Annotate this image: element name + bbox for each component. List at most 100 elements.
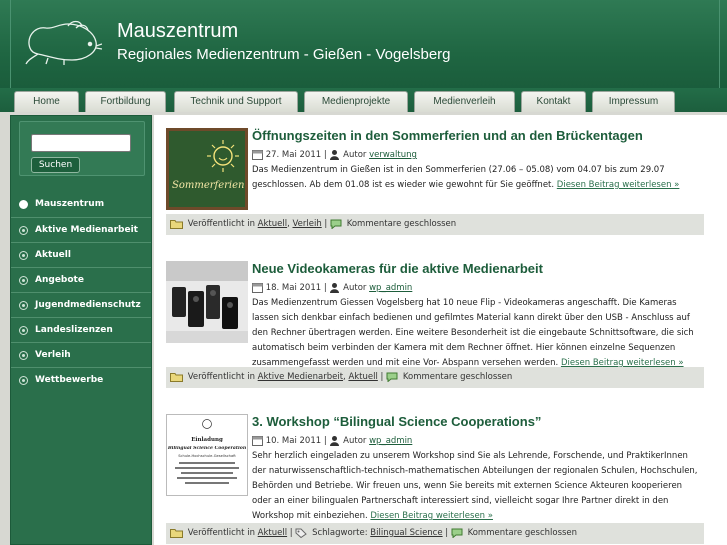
calendar-icon bbox=[252, 150, 263, 160]
calendar-icon bbox=[252, 436, 263, 446]
post-thumbnail[interactable] bbox=[166, 261, 248, 343]
author-icon bbox=[330, 283, 340, 293]
sidebar-item-aktuell[interactable]: Aktuell bbox=[11, 242, 151, 267]
sidebar-item-angebote[interactable]: Angebote bbox=[11, 267, 151, 292]
post-excerpt: Das Medienzentrum in Gießen ist in den S… bbox=[252, 163, 704, 193]
main-navigation: Home Fortbildung Technik und Support Med… bbox=[0, 88, 727, 112]
author-link[interactable]: wp_admin bbox=[369, 283, 412, 293]
post-thumbnail[interactable]: Sommerferien bbox=[166, 128, 248, 210]
search-widget: Suchen bbox=[19, 121, 145, 176]
author-label: Autor bbox=[343, 150, 367, 160]
nav-tab-medienprojekte[interactable]: Medienprojekte bbox=[304, 91, 408, 112]
folder-icon bbox=[170, 219, 183, 229]
bullet-icon bbox=[19, 251, 28, 260]
post-meta: 18. Mai 2011 | Autor wp_admin bbox=[252, 282, 412, 293]
sidebar-item-wettbewerbe[interactable]: Wettbewerbe bbox=[11, 367, 151, 392]
post: Neue Videokameras für die aktive Mediena… bbox=[166, 261, 704, 389]
post-date: 18. Mai 2011 bbox=[265, 283, 322, 293]
post-excerpt: Sehr herzlich eingeladen zu unserem Work… bbox=[252, 449, 704, 524]
university-seal-icon bbox=[202, 419, 212, 429]
mouse-logo-icon[interactable] bbox=[24, 18, 102, 66]
post-excerpt: Das Medienzentrum Giessen Vogelsberg hat… bbox=[252, 296, 704, 371]
thumbnail-caption: Sommerferien bbox=[172, 180, 245, 191]
read-more-link[interactable]: Diesen Beitrag weiterlesen » bbox=[370, 511, 493, 521]
sidebar-item-label: Jugendmedienschutz bbox=[35, 300, 141, 310]
chalkboard-image bbox=[166, 128, 248, 210]
sidebar-item-label: Wettbewerbe bbox=[35, 375, 104, 385]
sidebar: Suchen Mauszentrum Aktive Medienarbeit A… bbox=[10, 115, 152, 545]
bullet-icon bbox=[19, 376, 28, 385]
post-meta: 10. Mai 2011 | Autor wp_admin bbox=[252, 435, 412, 446]
bullet-icon bbox=[19, 326, 28, 335]
bullet-icon bbox=[19, 351, 28, 360]
sidebar-item-aktive-medienarbeit[interactable]: Aktive Medienarbeit bbox=[11, 217, 151, 242]
post-footer: Veröffentlicht in Aktuell | Schlagworte:… bbox=[166, 523, 704, 544]
nav-tab-home[interactable]: Home bbox=[14, 91, 79, 112]
comment-icon bbox=[330, 219, 342, 229]
bullet-icon bbox=[19, 200, 28, 209]
site-title[interactable]: Mauszentrum bbox=[117, 20, 238, 43]
site-tagline: Regionales Medienzentrum - Gießen - Voge… bbox=[117, 46, 451, 63]
nav-tab-medienverleih[interactable]: Medienverleih bbox=[414, 91, 515, 112]
main-content: Sommerferien Öffnungszeiten in den Somme… bbox=[154, 115, 727, 545]
sidebar-item-verleih[interactable]: Verleih bbox=[11, 342, 151, 367]
bullet-icon bbox=[19, 226, 28, 235]
category-link[interactable]: Aktuell bbox=[348, 372, 377, 382]
invitation-text-block bbox=[175, 462, 239, 484]
post-title[interactable]: Öffnungszeiten in den Sommerferien und a… bbox=[252, 128, 643, 143]
invitation-line: Schule-Hochschule-Gesellschaft bbox=[178, 454, 236, 458]
published-label: Veröffentlicht in bbox=[187, 372, 255, 382]
sidebar-item-mauszentrum[interactable]: Mauszentrum bbox=[11, 192, 151, 217]
category-link[interactable]: Aktive Medienarbeit bbox=[258, 372, 343, 382]
folder-icon bbox=[170, 372, 183, 382]
post-footer: Veröffentlicht in Aktive Medienarbeit, A… bbox=[166, 367, 704, 388]
sidebar-item-label: Verleih bbox=[35, 350, 71, 360]
nav-tab-kontakt[interactable]: Kontakt bbox=[521, 91, 586, 112]
bullet-icon bbox=[19, 301, 28, 310]
post: Einladung Bilingual Science Cooperation … bbox=[166, 414, 704, 545]
published-label: Veröffentlicht in bbox=[187, 528, 255, 538]
comment-icon bbox=[386, 372, 398, 382]
author-link[interactable]: verwaltung bbox=[369, 150, 417, 160]
post-date: 27. Mai 2011 bbox=[265, 150, 322, 160]
sidebar-item-landeslizenzen[interactable]: Landeslizenzen bbox=[11, 317, 151, 342]
nav-tab-impressum[interactable]: Impressum bbox=[592, 91, 675, 112]
calendar-icon bbox=[252, 283, 263, 293]
sidebar-item-jugendmedienschutz[interactable]: Jugendmedienschutz bbox=[11, 292, 151, 317]
read-more-link[interactable]: Diesen Beitrag weiterlesen » bbox=[557, 180, 680, 190]
tag-link[interactable]: Bilingual Science bbox=[370, 528, 442, 538]
author-link[interactable]: wp_admin bbox=[369, 436, 412, 446]
category-link[interactable]: Aktuell bbox=[258, 219, 287, 229]
bullet-icon bbox=[19, 276, 28, 285]
folder-icon bbox=[170, 528, 183, 538]
sidebar-item-label: Angebote bbox=[35, 275, 84, 285]
invitation-header bbox=[167, 419, 247, 430]
category-link[interactable]: Verleih bbox=[293, 219, 322, 229]
nav-tab-fortbildung[interactable]: Fortbildung bbox=[85, 91, 166, 112]
post: Sommerferien Öffnungszeiten in den Somme… bbox=[166, 128, 704, 238]
author-icon bbox=[330, 436, 340, 446]
author-label: Autor bbox=[343, 283, 367, 293]
header-frame bbox=[10, 0, 720, 90]
published-label: Veröffentlicht in bbox=[187, 219, 255, 229]
site-header: Mauszentrum Regionales Medienzentrum - G… bbox=[0, 0, 727, 90]
comments-status: Kommentare geschlossen bbox=[402, 372, 513, 382]
search-input[interactable] bbox=[31, 134, 131, 152]
invitation-title: Einladung bbox=[191, 437, 223, 443]
invitation-subtitle: Bilingual Science Cooperation bbox=[167, 446, 247, 451]
post-thumbnail[interactable]: Einladung Bilingual Science Cooperation … bbox=[166, 414, 248, 496]
tag-icon bbox=[295, 528, 308, 538]
video-cameras-image bbox=[166, 261, 248, 343]
post-title[interactable]: Neue Videokameras für die aktive Mediena… bbox=[252, 261, 543, 276]
author-label: Autor bbox=[343, 436, 367, 446]
sidebar-item-label: Aktive Medienarbeit bbox=[35, 225, 138, 235]
search-button[interactable]: Suchen bbox=[31, 157, 80, 173]
comments-status: Kommentare geschlossen bbox=[467, 528, 578, 538]
post-meta: 27. Mai 2011 | Autor verwaltung bbox=[252, 149, 417, 160]
author-icon bbox=[330, 150, 340, 160]
comment-icon bbox=[451, 528, 463, 538]
post-title[interactable]: 3. Workshop “Bilingual Science Cooperati… bbox=[252, 414, 541, 429]
category-link[interactable]: Aktuell bbox=[258, 528, 287, 538]
nav-tab-technik[interactable]: Technik und Support bbox=[174, 91, 298, 112]
tags-label: Schlagworte: bbox=[312, 528, 368, 538]
